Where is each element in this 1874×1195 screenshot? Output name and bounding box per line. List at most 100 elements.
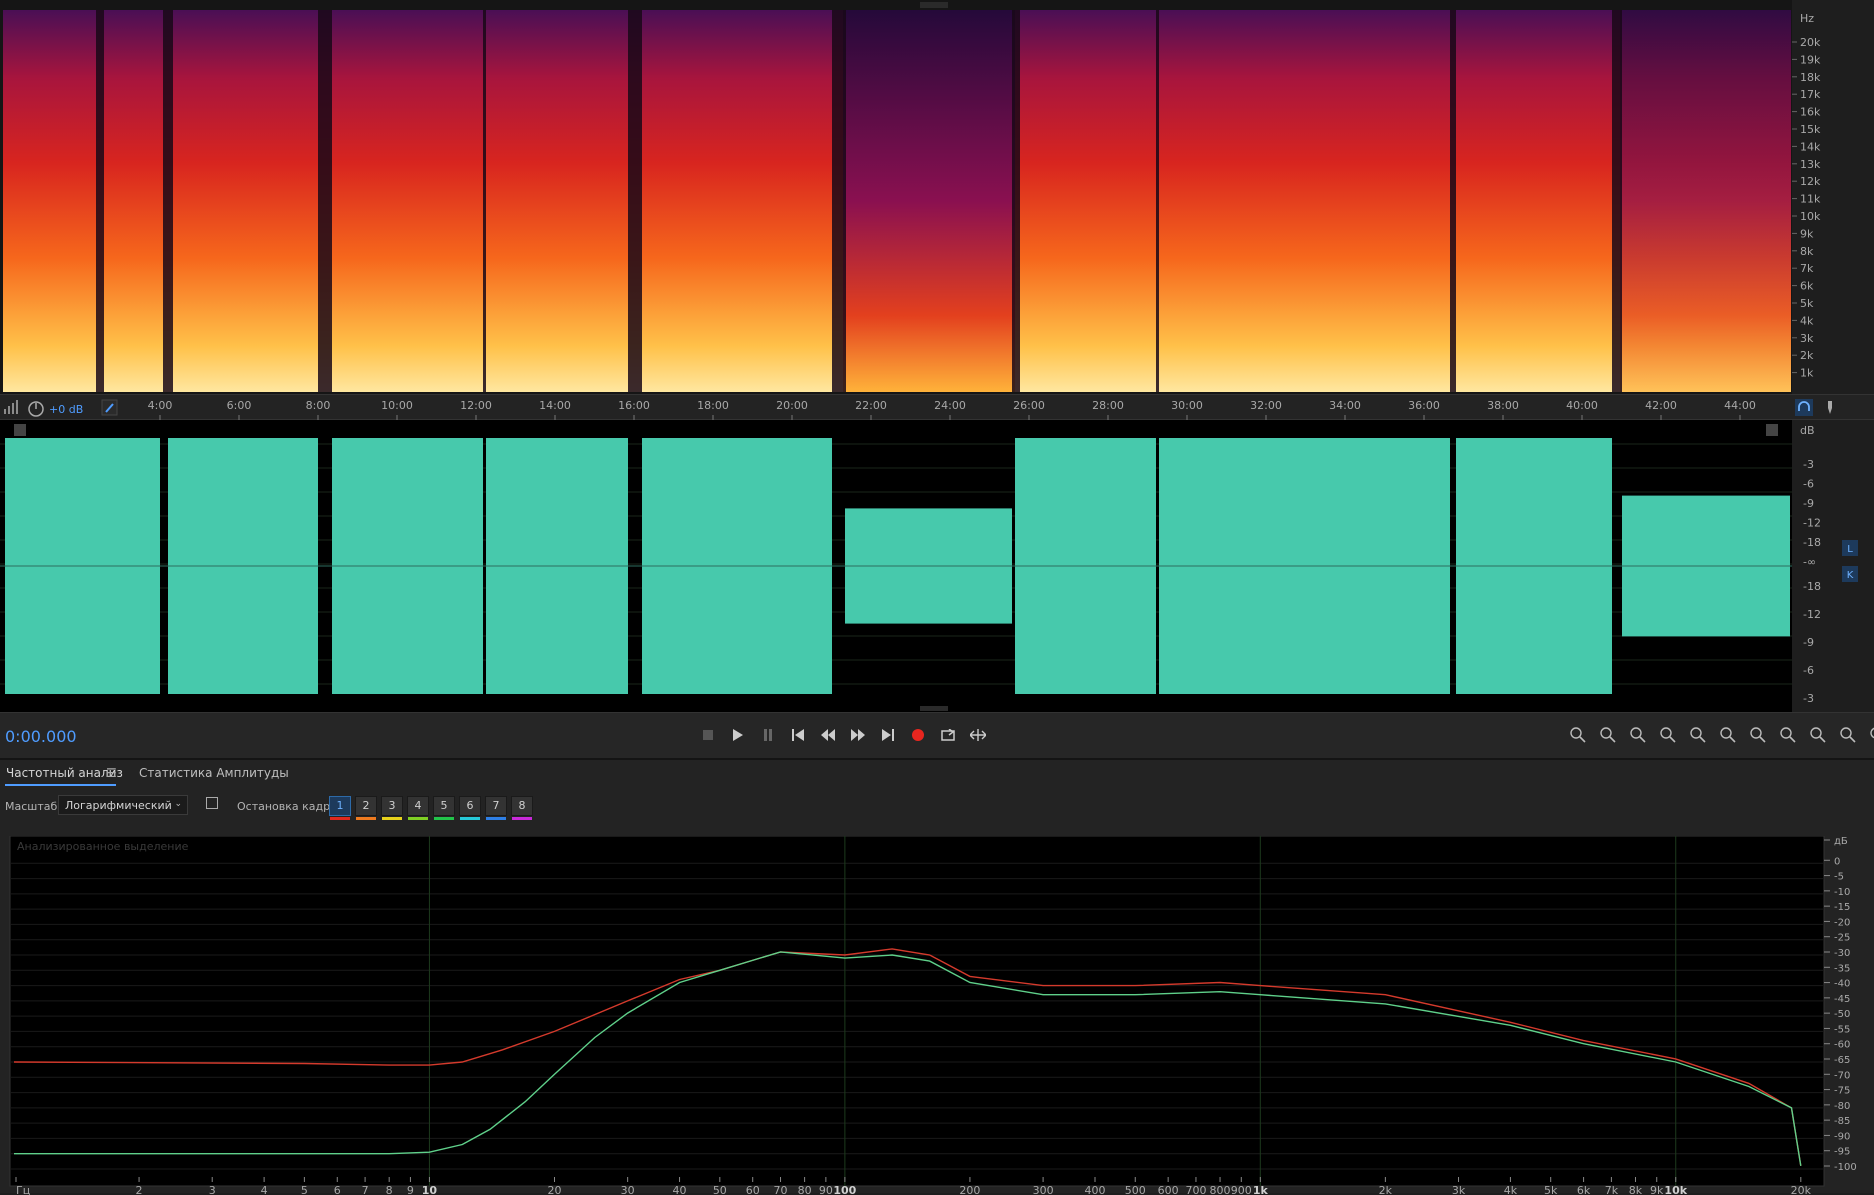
play-icon[interactable] bbox=[727, 724, 749, 746]
x-tick-label: Гц bbox=[16, 1184, 30, 1195]
x-tick-label: 7k bbox=[1605, 1184, 1619, 1195]
spectrogram-quiet-section-end bbox=[1620, 10, 1791, 392]
zoom-selection-icon[interactable] bbox=[1807, 724, 1829, 746]
zoom-in-point-icon[interactable] bbox=[1717, 724, 1739, 746]
panel-menu-icon[interactable]: ☰ bbox=[106, 766, 117, 780]
x-tick-label: 1k bbox=[1253, 1184, 1269, 1195]
fade-out-handle-icon[interactable] bbox=[1766, 424, 1778, 436]
frequency-label: 10k bbox=[1800, 210, 1821, 223]
frequency-label: 5k bbox=[1800, 297, 1814, 310]
x-tick-label: 300 bbox=[1033, 1184, 1054, 1195]
freeze-frame-5[interactable]: 5 bbox=[433, 796, 455, 816]
freeze-frame-3[interactable]: 3 bbox=[381, 796, 403, 816]
x-tick-label: 9 bbox=[407, 1184, 414, 1195]
frequency-label: 18k bbox=[1800, 71, 1821, 84]
loop-icon[interactable] bbox=[937, 724, 959, 746]
skip-end-icon[interactable] bbox=[877, 724, 899, 746]
x-tick-label: 900 bbox=[1231, 1184, 1252, 1195]
spectrogram-gap bbox=[1156, 10, 1159, 392]
frequency-label: 3k bbox=[1800, 332, 1814, 345]
freeze-frame-color-1 bbox=[330, 817, 350, 820]
x-tick-label: 200 bbox=[959, 1184, 980, 1195]
gain-value[interactable]: +0 dB bbox=[49, 403, 83, 416]
x-tick-label: 50 bbox=[713, 1184, 727, 1195]
spectral-resize-handle[interactable] bbox=[920, 2, 948, 8]
record-icon[interactable] bbox=[907, 724, 929, 746]
db-label: -3 bbox=[1803, 458, 1814, 471]
freeze-frame-color-7 bbox=[486, 817, 506, 820]
y-tick-label: -40 bbox=[1834, 979, 1850, 990]
freeze-frame-label: Остановка кадра: bbox=[237, 800, 341, 813]
x-tick-label: 800 bbox=[1210, 1184, 1231, 1195]
frequency-label: 14k bbox=[1800, 140, 1821, 153]
y-tick-label: -10 bbox=[1834, 887, 1850, 898]
skip-start-icon[interactable] bbox=[787, 724, 809, 746]
x-tick-label: 5k bbox=[1544, 1184, 1558, 1195]
zoom-full-icon[interactable] bbox=[1687, 724, 1709, 746]
zoom-in-time-icon[interactable] bbox=[1627, 724, 1649, 746]
frequency-label: 17k bbox=[1800, 88, 1821, 101]
frequency-label: 1k bbox=[1800, 367, 1814, 380]
y-tick-label: -75 bbox=[1834, 1086, 1850, 1097]
spectral-display[interactable]: 20k 19k 18k 17k 16k 15k 14k 13k 12k 11k 10k 9k 8k 7k 6… bbox=[0, 0, 1874, 394]
x-tick-label: 20k bbox=[1791, 1184, 1812, 1195]
zoom-tracks-icon[interactable] bbox=[1867, 724, 1874, 746]
x-tick-label: 6 bbox=[334, 1184, 341, 1195]
freeze-frame-2[interactable]: 2 bbox=[355, 796, 377, 816]
chevron-down-icon: ⌄ bbox=[174, 799, 182, 809]
x-tick-label: 2 bbox=[136, 1184, 143, 1195]
zoom-reset-icon[interactable] bbox=[1837, 724, 1859, 746]
spectrogram-quiet-section bbox=[843, 10, 1015, 392]
spectrogram-gap bbox=[832, 10, 846, 392]
zoom-in-amplitude-icon[interactable] bbox=[1567, 724, 1589, 746]
scale-select[interactable]: Логарифмический ⌄ bbox=[58, 795, 188, 815]
current-time[interactable]: 0:00.000 bbox=[5, 727, 77, 746]
marker-icon[interactable] bbox=[1828, 401, 1832, 414]
waveform-canvas: -3 -6 -9 -12 -18 -∞ -18 -12 -9 -6 -3 dB L K bbox=[0, 420, 1874, 712]
fade-in-handle-icon[interactable] bbox=[14, 424, 26, 436]
freeze-frame-8[interactable]: 8 bbox=[511, 796, 533, 816]
frequency-label: 19k bbox=[1800, 53, 1821, 66]
pause-icon[interactable] bbox=[757, 724, 779, 746]
freeze-frame-color-4 bbox=[408, 817, 428, 820]
zoom-in-right-icon[interactable] bbox=[1777, 724, 1799, 746]
copy-graph-icon[interactable] bbox=[206, 797, 218, 809]
frequency-graph[interactable]: Анализированное выделение Гц 2 3 4 5 6 7 8 9 10 20… bbox=[0, 836, 1874, 1195]
time-ruler[interactable]: +0 dB 4:00 6:00 8:00 10:00 12:00 14:00 16:00 18… bbox=[0, 394, 1874, 421]
freeze-frame-7[interactable]: 7 bbox=[485, 796, 507, 816]
skip-selection-icon[interactable] bbox=[967, 724, 989, 746]
spectrogram-gap bbox=[318, 10, 332, 392]
spectrogram-gap bbox=[1012, 10, 1020, 392]
rewind-icon[interactable] bbox=[817, 724, 839, 746]
gain-knob-icon[interactable] bbox=[28, 401, 44, 417]
freeze-frame-color-6 bbox=[460, 817, 480, 820]
db-label: -9 bbox=[1803, 497, 1814, 510]
x-tick-label: 90 bbox=[819, 1184, 833, 1195]
db-label: -18 bbox=[1803, 580, 1821, 593]
time-tick-label: 30:00 bbox=[1171, 399, 1203, 412]
spectrogram-gap bbox=[628, 10, 642, 392]
spectral-canvas: 20k 19k 18k 17k 16k 15k 14k 13k 12k 11k 10k 9k 8k 7k 6… bbox=[3, 0, 1874, 394]
x-tick-label: 400 bbox=[1084, 1184, 1105, 1195]
waveform-display[interactable]: -3 -6 -9 -12 -18 -∞ -18 -12 -9 -6 -3 dB L K bbox=[0, 420, 1874, 712]
freeze-frame-1[interactable]: 1 bbox=[329, 796, 351, 816]
y-tick-label: -45 bbox=[1834, 994, 1850, 1005]
time-tick-label: 34:00 bbox=[1329, 399, 1361, 412]
forward-icon[interactable] bbox=[847, 724, 869, 746]
x-tick-label: 4 bbox=[261, 1184, 268, 1195]
y-tick-label: -80 bbox=[1834, 1101, 1850, 1112]
stop-icon[interactable] bbox=[697, 724, 719, 746]
x-tick-label: 600 bbox=[1158, 1184, 1179, 1195]
waveform-resize-handle[interactable] bbox=[920, 706, 948, 711]
freeze-frame-4[interactable]: 4 bbox=[407, 796, 429, 816]
zoom-out-time-icon[interactable] bbox=[1657, 724, 1679, 746]
zoom-in-left-icon[interactable] bbox=[1747, 724, 1769, 746]
frequency-label: 9k bbox=[1800, 227, 1814, 240]
freeze-frame-6[interactable]: 6 bbox=[459, 796, 481, 816]
zoom-out-amplitude-icon[interactable] bbox=[1597, 724, 1619, 746]
y-tick-label: -35 bbox=[1834, 963, 1850, 974]
pin-icon[interactable] bbox=[101, 399, 118, 416]
time-tick-label: 38:00 bbox=[1487, 399, 1519, 412]
tab-amplitude-statistics[interactable]: Статистика Амплитуды bbox=[139, 766, 289, 780]
y-tick-label: -95 bbox=[1834, 1147, 1850, 1158]
